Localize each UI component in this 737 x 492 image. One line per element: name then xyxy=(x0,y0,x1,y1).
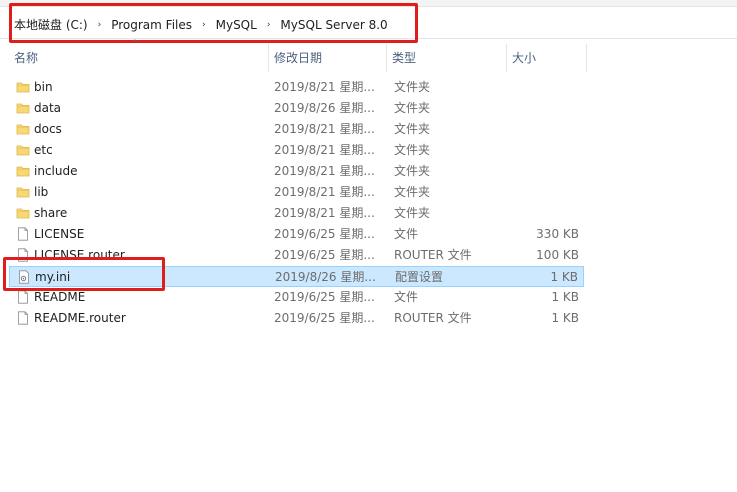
file-date: 2019/6/25 星期... xyxy=(274,227,375,241)
file-icon xyxy=(16,290,30,304)
file-row[interactable]: data 2019/8/26 星期... 文件夹 xyxy=(9,98,584,119)
file-name: bin xyxy=(34,80,53,94)
file-name: README xyxy=(34,290,86,304)
file-type: 配置设置 xyxy=(395,270,444,284)
file-type: 文件夹 xyxy=(394,143,431,157)
file-name: etc xyxy=(34,143,53,157)
file-name: data xyxy=(34,101,62,115)
column-header: ^ 名称 修改日期 类型 大小 xyxy=(0,39,737,72)
file-type: 文件夹 xyxy=(394,185,431,199)
file-name: docs xyxy=(34,122,62,136)
file-type: 文件夹 xyxy=(394,122,431,136)
file-row[interactable]: docs 2019/8/21 星期... 文件夹 xyxy=(9,119,584,140)
file-row[interactable]: etc 2019/8/21 星期... 文件夹 xyxy=(9,140,584,161)
file-name: LICENSE xyxy=(34,227,85,241)
file-size: 1 KB xyxy=(550,270,578,284)
file-name: share xyxy=(34,206,68,220)
file-row[interactable]: bin 2019/8/21 星期... 文件夹 xyxy=(9,77,584,98)
file-type: 文件夹 xyxy=(394,164,431,178)
file-date: 2019/8/21 星期... xyxy=(274,122,375,136)
file-date: 2019/8/21 星期... xyxy=(274,206,375,220)
file-row[interactable]: my.ini 2019/8/26 星期... 配置设置 1 KB xyxy=(9,266,584,287)
breadcrumb-mysql[interactable]: MySQL xyxy=(216,18,257,32)
file-date: 2019/8/21 星期... xyxy=(274,143,375,157)
file-size: 1 KB xyxy=(551,290,579,304)
file-row[interactable]: LICENSE.router 2019/6/25 星期... ROUTER 文件 10… xyxy=(9,245,584,266)
breadcrumb-drive[interactable]: 本地磁盘 (C:) xyxy=(14,16,88,33)
folder-icon xyxy=(16,143,30,157)
file-date: 2019/6/25 星期... xyxy=(274,290,375,304)
chevron-right-icon[interactable]: › xyxy=(98,20,102,30)
file-type: 文件夹 xyxy=(394,80,431,94)
file-name: LICENSE.router xyxy=(34,248,125,262)
folder-icon xyxy=(16,206,30,220)
file-date: 2019/8/26 星期... xyxy=(274,101,375,115)
file-icon xyxy=(16,311,30,325)
file-type: 文件 xyxy=(394,227,419,241)
file-type: 文件夹 xyxy=(394,101,431,115)
file-date: 2019/8/26 星期... xyxy=(275,270,376,284)
file-name: lib xyxy=(34,185,49,199)
folder-icon xyxy=(16,101,30,115)
file-type: ROUTER 文件 xyxy=(394,311,472,325)
file-row[interactable]: LICENSE 2019/6/25 星期... 文件 330 KB xyxy=(9,224,584,245)
file-size: 330 KB xyxy=(536,227,579,241)
file-row[interactable]: include 2019/8/21 星期... 文件夹 xyxy=(9,161,584,182)
folder-icon xyxy=(16,80,30,94)
file-date: 2019/6/25 星期... xyxy=(274,311,375,325)
column-size[interactable]: 大小 xyxy=(508,44,587,72)
column-date[interactable]: 修改日期 xyxy=(270,44,387,72)
file-type: 文件夹 xyxy=(394,206,431,220)
file-icon xyxy=(16,248,30,262)
chevron-right-icon[interactable]: › xyxy=(202,20,206,30)
address-bar[interactable]: 本地磁盘 (C:) › Program Files › MySQL › MySQ… xyxy=(0,10,737,39)
file-row[interactable]: lib 2019/8/21 星期... 文件夹 xyxy=(9,182,584,203)
file-name: my.ini xyxy=(35,270,71,284)
folder-icon xyxy=(16,164,30,178)
file-name: README.router xyxy=(34,311,126,325)
file-size: 100 KB xyxy=(536,248,579,262)
breadcrumb-program-files[interactable]: Program Files xyxy=(111,18,192,32)
ribbon-strip xyxy=(0,0,737,7)
file-date: 2019/8/21 星期... xyxy=(274,185,375,199)
file-date: 2019/8/21 星期... xyxy=(274,80,375,94)
folder-icon xyxy=(16,185,30,199)
folder-icon xyxy=(16,122,30,136)
file-size: 1 KB xyxy=(551,311,579,325)
column-name[interactable]: 名称 xyxy=(10,44,269,72)
file-type: 文件 xyxy=(394,290,419,304)
file-name: include xyxy=(34,164,78,178)
file-date: 2019/6/25 星期... xyxy=(274,248,375,262)
file-row[interactable]: share 2019/8/21 星期... 文件夹 xyxy=(9,203,584,224)
file-row[interactable]: README.router 2019/6/25 星期... ROUTER 文件 1 K… xyxy=(9,308,584,329)
file-row[interactable]: README 2019/6/25 星期... 文件 1 KB xyxy=(9,287,584,308)
file-type: ROUTER 文件 xyxy=(394,248,472,262)
column-type[interactable]: 类型 xyxy=(388,44,507,72)
file-icon xyxy=(16,227,30,241)
breadcrumb-mysql-server[interactable]: MySQL Server 8.0 xyxy=(280,18,387,32)
config-file-icon xyxy=(17,270,31,284)
chevron-right-icon[interactable]: › xyxy=(267,20,271,30)
breadcrumb: 本地磁盘 (C:) › Program Files › MySQL › MySQ… xyxy=(14,16,388,33)
file-date: 2019/8/21 星期... xyxy=(274,164,375,178)
